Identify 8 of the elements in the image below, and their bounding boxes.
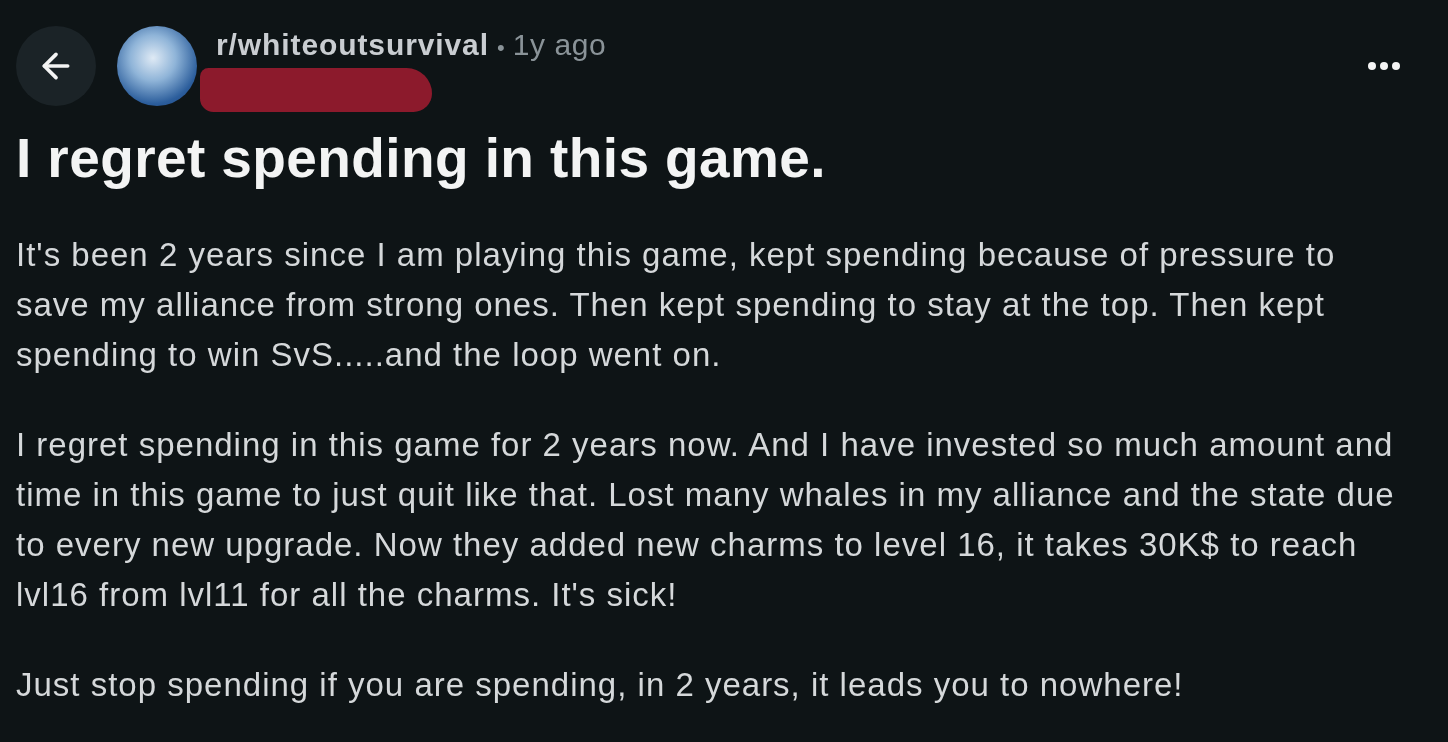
post-body-paragraph: Just stop spending if you are spending, in 2 years, it leads you to nowhere! — [16, 665, 1185, 705]
post-time-text: 1y ago — [512, 27, 607, 63]
post-body-paragraph: It's been 2 years since I am playing this game, kept spending because of pressure to save my alliance from strong ones. Then kept spending to stay at the top. Then kept spending to win SvS.....and the loop went on. — [16, 235, 1337, 375]
subreddit-name-link[interactable]: r/whiteoutsurvival — [216, 25, 489, 65]
post-title: I regret spending in this game. — [15, 128, 828, 188]
post-body-paragraph: I regret spending in this game for 2 years now. And I have invested so much amount and time in this game to just quit like that. Lost many whales in my alliance and the state due to every new upgrade. Now they added new charms to level 16, it takes 30K$ to reach lvl16 from lvl11 for all the charms. It's sick! — [16, 425, 1396, 615]
separator-dot: • — [496, 34, 505, 62]
more-options-icon — [1368, 62, 1400, 70]
